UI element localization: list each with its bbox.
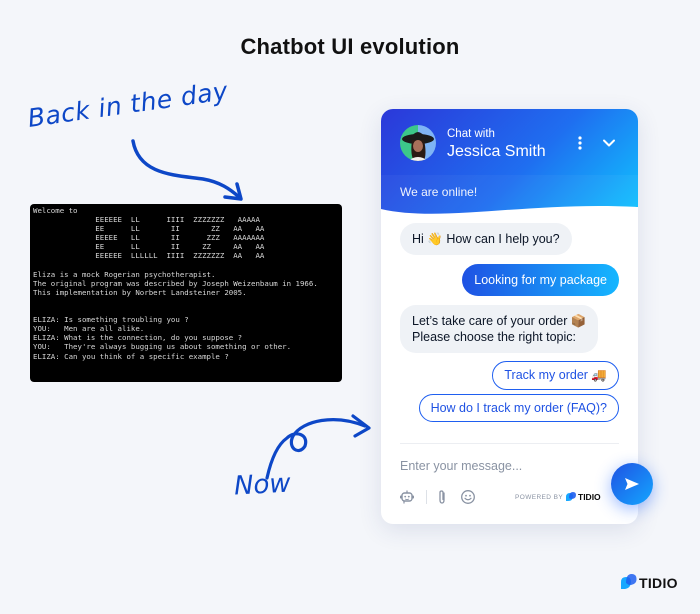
page-title: Chatbot UI evolution xyxy=(240,34,460,59)
bot-button[interactable] xyxy=(399,489,415,505)
powered-by-brand: TIDIO xyxy=(578,492,601,502)
terminal-line: YOU: Men are all alike. xyxy=(33,324,145,334)
terminal-line: This implementation by Norbert Landstein… xyxy=(33,287,247,297)
chat-with-label: Chat with xyxy=(447,128,495,140)
agent-photo-icon xyxy=(402,132,434,161)
terminal-line: EEEEEE LL IIII ZZZZZZZ AAAAA xyxy=(33,215,260,225)
terminal-line: EE LL II ZZ AA AA xyxy=(33,242,265,252)
collapse-chat-button[interactable] xyxy=(601,135,617,151)
terminal-line: EEEEEE LLLLLL IIII ZZZZZZZ AA AA xyxy=(33,251,265,261)
more-options-button[interactable] xyxy=(573,133,587,153)
bot-message-line: Please choose the right topic: xyxy=(412,330,576,344)
terminal-line: ELIZA: What is the connection, do you su… xyxy=(33,333,243,343)
terminal-line: ELIZA: Is something troubling you ? xyxy=(33,315,189,325)
terminal-line: Welcome to xyxy=(33,206,78,215)
arrow-down-right-icon xyxy=(131,139,243,201)
bot-message: Hi 👋 How can I help you? xyxy=(400,223,572,255)
agent-avatar xyxy=(400,125,436,161)
powered-by-label: POWERED BY xyxy=(515,494,564,501)
send-icon xyxy=(625,478,639,490)
terminal-line: Eliza is a mock Rogerian psychotherapist… xyxy=(33,269,216,279)
toolbar-separator xyxy=(426,490,427,504)
tidio-brand-logo-icon xyxy=(621,574,637,589)
bot-message-line: Let’s take care of your order 📦 xyxy=(412,314,587,328)
agent-name: Jessica Smith xyxy=(447,143,546,160)
message-input[interactable] xyxy=(400,459,600,473)
terminal-line: ELIZA: Can you think of a specific examp… xyxy=(33,351,229,361)
option-track-order-faq[interactable]: How do I track my order (FAQ)? xyxy=(418,394,619,422)
terminal-line: YOU: They're always bugging us about som… xyxy=(33,342,292,352)
header-wave xyxy=(381,205,638,225)
emoji-icon xyxy=(461,490,475,504)
chat-widget: Chat with Jessica Smith We are online! H… xyxy=(381,109,638,524)
send-button[interactable] xyxy=(611,463,653,505)
eliza-terminal: Welcome to EEEEEE LL IIII ZZZZZZZ AAAAA … xyxy=(30,204,342,382)
chevron-down-icon xyxy=(603,139,615,147)
terminal-line: EEEEE LL II ZZZ AAAAAAA xyxy=(33,233,265,243)
terminal-line: EE LL II ZZ AA AA xyxy=(33,224,265,234)
brand-name: TIDIO xyxy=(639,575,678,591)
bot-icon xyxy=(400,490,414,504)
attach-button[interactable] xyxy=(434,489,450,505)
label-back-in-the-day: Back in the day xyxy=(25,76,230,133)
online-status: We are online! xyxy=(400,185,478,199)
user-message: Looking for my package xyxy=(462,264,619,296)
emoji-button[interactable] xyxy=(460,489,476,505)
paperclip-icon xyxy=(439,490,445,504)
arrow-curl-right-icon xyxy=(265,414,371,480)
terminal-line: The original program was described by Jo… xyxy=(33,278,318,288)
bot-message: Let’s take care of your order 📦 Please c… xyxy=(400,305,599,353)
more-vertical-icon xyxy=(578,136,582,150)
tidio-logo-icon xyxy=(566,492,576,501)
option-track-my-order[interactable]: Track my order 🚚 xyxy=(492,361,619,390)
composer-divider xyxy=(400,443,619,444)
